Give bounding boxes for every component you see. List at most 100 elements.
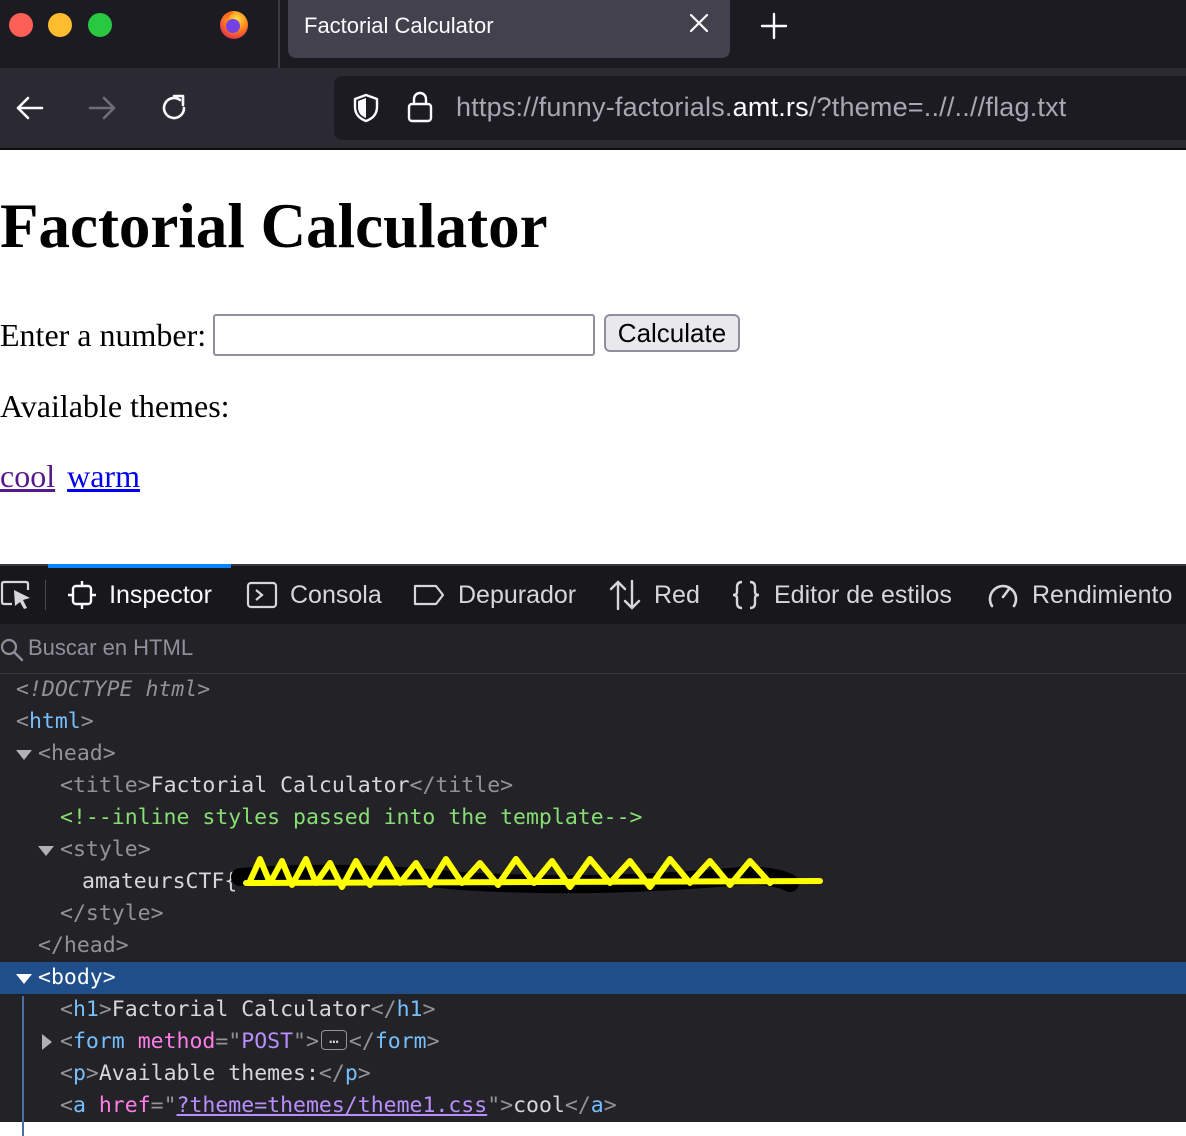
form-attr-value: POST — [241, 1029, 294, 1054]
collapsed-children-ellipsis-icon[interactable] — [320, 1022, 347, 1054]
p-text: Available themes: — [98, 1061, 319, 1086]
new-tab-icon[interactable] — [760, 12, 788, 40]
network-icon — [609, 579, 641, 611]
themes-label: Available themes: — [0, 388, 230, 424]
tab-performance[interactable]: Rendimiento — [986, 566, 1172, 624]
title-text: Factorial Calculator — [150, 773, 410, 798]
body-tag: body — [50, 965, 103, 990]
title-close-tag: title — [435, 773, 501, 798]
tree-node-p[interactable]: <p>Available themes:</p> — [0, 1058, 1186, 1090]
style-editor-icon — [732, 580, 760, 610]
tab-console[interactable]: Consola — [246, 566, 382, 624]
p-open-tag: p — [72, 1061, 86, 1086]
title-open-tag: title — [72, 773, 138, 798]
h1-open-tag: h1 — [72, 997, 99, 1022]
back-arrow-icon[interactable] — [14, 92, 46, 124]
lock-icon[interactable] — [406, 90, 434, 124]
tree-node-head[interactable]: <head> — [0, 738, 1186, 770]
a-close-tag: a — [590, 1093, 604, 1118]
tree-node-body[interactable]: <body> — [0, 962, 1186, 994]
navigation-bar: https://funny-factorials.amt.rs/?theme=.… — [0, 68, 1186, 150]
close-window-button[interactable] — [9, 13, 33, 37]
html-tag: html — [28, 709, 81, 734]
tree-node-h1[interactable]: <h1>Factorial Calculator</h1> — [0, 994, 1186, 1026]
web-page-content: Factorial Calculator Enter a number: Cal… — [0, 150, 1186, 564]
element-picker-icon[interactable] — [0, 578, 34, 612]
tree-node-form[interactable]: <form method="POST"></form> — [0, 1022, 1186, 1058]
tab-style-editor-label: Editor de estilos — [774, 580, 952, 609]
tab-style-editor[interactable]: Editor de estilos — [730, 566, 952, 624]
head-close-tag: head — [63, 933, 116, 958]
tab-network[interactable]: Red — [608, 566, 700, 624]
h1-close-tag: h1 — [396, 997, 423, 1022]
html-search-bar — [0, 624, 1186, 674]
a-href-link[interactable]: ?theme=themes/theme1.css — [177, 1093, 488, 1118]
style-text-content: amateursCTF{ — [82, 869, 238, 894]
url-text: https://funny-factorials.amt.rs/?theme=.… — [456, 92, 1067, 123]
url-host: amt.rs — [732, 92, 809, 122]
expand-head-twisty-icon[interactable] — [16, 750, 32, 760]
tree-node-html[interactable]: <html> — [0, 706, 1186, 738]
expand-form-twisty-icon[interactable] — [42, 1034, 52, 1050]
template-comment: <!--inline styles passed into the templa… — [60, 805, 643, 830]
firefox-logo-icon — [220, 11, 248, 39]
theme-links: cool warm — [0, 458, 140, 495]
form-close-tag: form — [374, 1029, 427, 1054]
theme-link-warm[interactable]: warm — [67, 458, 140, 494]
tab-factorial-calculator[interactable]: Factorial Calculator — [288, 0, 730, 58]
a-text: cool — [513, 1093, 565, 1118]
tree-node-a[interactable]: <a href="?theme=themes/theme1.css">cool<… — [0, 1090, 1186, 1122]
search-icon — [0, 638, 24, 662]
close-tab-icon[interactable] — [688, 12, 710, 34]
tree-node-comment[interactable]: <!--inline styles passed into the templa… — [0, 802, 1186, 834]
tab-inspector[interactable]: Inspector — [48, 564, 231, 624]
tab-network-label: Red — [654, 580, 700, 609]
form-open-tag: form — [72, 1029, 125, 1054]
p-close-tag: p — [344, 1061, 358, 1086]
minimize-window-button[interactable] — [48, 13, 72, 37]
body-indent-guide — [22, 996, 24, 1136]
tracking-protection-shield-icon[interactable] — [350, 92, 382, 124]
tree-node-head-close[interactable]: </head> — [0, 930, 1186, 962]
devtools-panel: Inspector Consola Depurador Red Editor d… — [0, 564, 1186, 1136]
forward-arrow-icon[interactable] — [86, 92, 118, 124]
html-search-input[interactable] — [28, 632, 728, 664]
a-attr-name: href — [98, 1093, 151, 1118]
form-attr-name: method — [137, 1029, 216, 1054]
a-open-tag: a — [72, 1093, 86, 1118]
url-path: /?theme=..//..//flag.txt — [808, 92, 1067, 122]
page-title: Factorial Calculator — [0, 191, 548, 261]
tab-debugger-label: Depurador — [458, 580, 577, 609]
tab-title: Factorial Calculator — [304, 13, 494, 38]
tab-inspector-label: Inspector — [109, 580, 212, 609]
tab-separator — [278, 0, 280, 68]
url-bar[interactable]: https://funny-factorials.amt.rs/?theme=.… — [334, 76, 1186, 140]
toolbar-separator — [45, 580, 46, 610]
tree-node-title[interactable]: <title>Factorial Calculator</title> — [0, 770, 1186, 802]
tree-node-doctype[interactable]: <!DOCTYPE html> — [0, 674, 1186, 706]
style-close-tag: style — [85, 901, 151, 926]
theme-link-cool[interactable]: cool — [0, 458, 55, 494]
browser-tab-bar: Factorial Calculator — [0, 0, 1186, 68]
expand-body-twisty-icon[interactable] — [16, 974, 32, 984]
inspector-icon — [68, 581, 97, 609]
performance-gauge-icon — [988, 584, 1018, 608]
reload-icon[interactable] — [158, 92, 190, 124]
redaction-scribble — [231, 856, 823, 894]
tab-console-label: Consola — [290, 580, 382, 609]
doctype-text: <!DOCTYPE html> — [16, 677, 211, 702]
console-icon — [246, 581, 278, 609]
maximize-window-button[interactable] — [88, 13, 112, 37]
debugger-icon — [413, 584, 445, 606]
expand-style-twisty-icon[interactable] — [38, 846, 54, 856]
head-tag: head — [50, 741, 103, 766]
calculate-button[interactable]: Calculate — [604, 314, 740, 352]
url-prefix: https://funny-factorials. — [456, 92, 733, 122]
number-input-label: Enter a number: — [0, 317, 207, 353]
tab-debugger[interactable]: Depurador — [412, 566, 576, 624]
h1-text: Factorial Calculator — [111, 997, 371, 1022]
tab-performance-label: Rendimiento — [1032, 580, 1173, 609]
devtools-toolbar: Inspector Consola Depurador Red Editor d… — [0, 564, 1186, 625]
number-input[interactable] — [213, 314, 595, 356]
style-open-tag: style — [72, 837, 138, 862]
